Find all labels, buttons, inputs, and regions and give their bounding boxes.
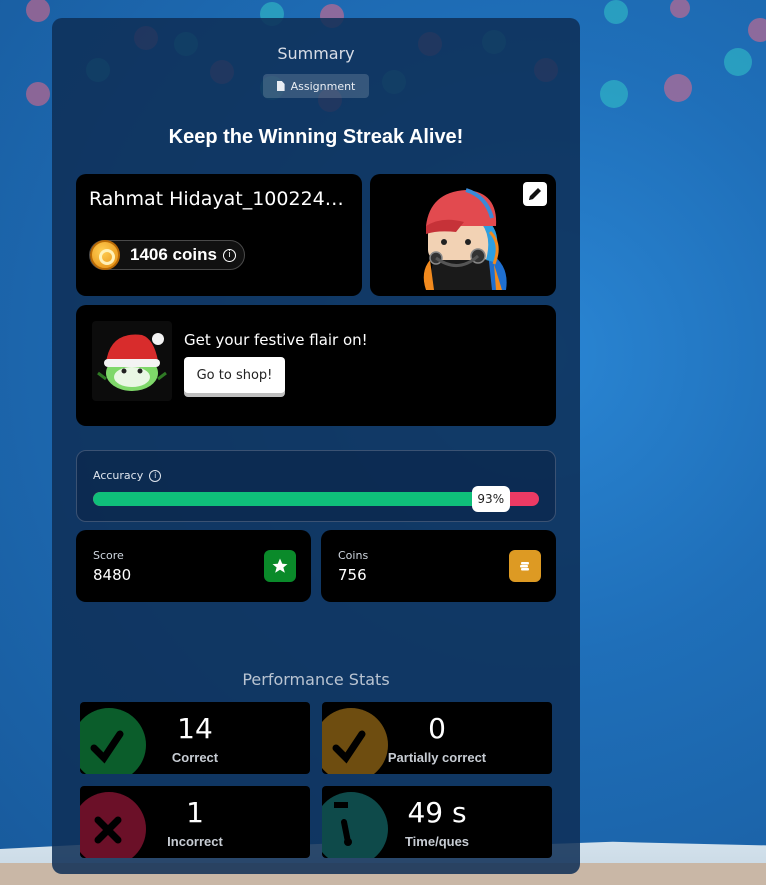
streak-headline: Keep the Winning Streak Alive! — [168, 126, 464, 148]
accuracy-info-icon[interactable]: i — [149, 469, 162, 482]
accuracy-label: Accuracy — [93, 469, 144, 482]
assignment-chip: Assignment — [263, 74, 369, 98]
coin-balance-pill: 1406 coins i — [89, 240, 245, 270]
performance-stats-title: Performance Stats — [242, 670, 390, 689]
player-card: Rahmat Hidayat_1002240... 1406 coins i — [76, 174, 362, 296]
partially-correct-stat-card: 0 Partially correct — [322, 702, 552, 774]
coins-label: Coins — [338, 549, 369, 562]
time-per-question-value: 49 s — [407, 796, 467, 829]
shop-promo-card: Get your festive flair on! Go to shop! — [76, 305, 556, 426]
correct-count: 14 — [177, 712, 213, 745]
coins-stack-icon — [509, 550, 541, 582]
partially-correct-label: Partially correct — [387, 750, 487, 765]
festive-item-thumbnail — [92, 321, 172, 401]
time-per-question-stat-card: 49 s Time/ques — [322, 786, 552, 858]
incorrect-count: 1 — [186, 796, 204, 829]
score-value: 8480 — [93, 566, 132, 584]
incorrect-stat-card: 1 Incorrect — [80, 786, 310, 858]
accuracy-card: Accuracy i 93% — [76, 450, 556, 522]
coins-card: Coins 756 — [321, 530, 556, 602]
info-icon[interactable]: i — [222, 248, 236, 262]
correct-label: Correct — [171, 750, 219, 765]
score-card: Score 8480 — [76, 530, 311, 602]
edit-avatar-button[interactable] — [523, 182, 547, 206]
accuracy-progress-fill — [93, 492, 508, 506]
shop-promo-text: Get your festive flair on! — [184, 331, 368, 349]
partially-correct-count: 0 — [428, 712, 446, 745]
accuracy-label-row: Accuracy i — [93, 469, 162, 482]
coin-balance: 1406 coins — [130, 245, 217, 264]
santa-hat-character-image — [97, 333, 167, 391]
avatar-card — [370, 174, 556, 296]
summary-title: Summary — [277, 44, 355, 63]
go-to-shop-button[interactable]: Go to shop! — [184, 357, 285, 393]
time-per-question-label: Time/ques — [404, 834, 470, 849]
assignment-label: Assignment — [290, 79, 356, 93]
star-icon — [264, 550, 296, 582]
coins-value: 756 — [338, 566, 367, 584]
document-icon — [276, 81, 285, 91]
player-name: Rahmat Hidayat_1002240... — [89, 188, 351, 210]
correct-stat-card: 14 Correct — [80, 702, 310, 774]
pencil-icon — [529, 188, 541, 200]
incorrect-label: Incorrect — [167, 834, 223, 849]
summary-panel: Summary Assignment Keep the Winning Stre… — [52, 18, 580, 874]
accuracy-percent-badge: 93% — [471, 486, 510, 512]
score-label: Score — [93, 549, 124, 562]
coin-icon — [90, 240, 120, 270]
